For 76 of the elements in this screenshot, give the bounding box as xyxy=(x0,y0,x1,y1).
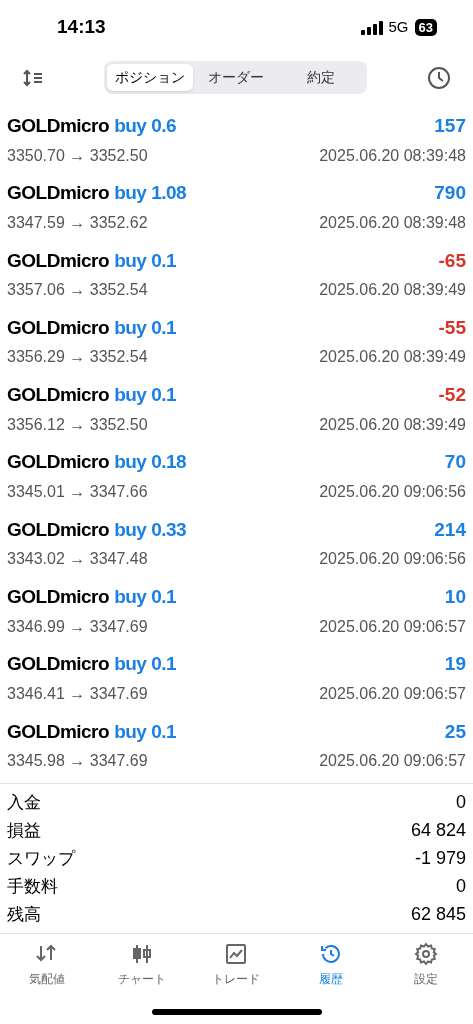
order-side-volume: buy 0.1 xyxy=(114,383,177,408)
order-side-volume: buy 0.18 xyxy=(114,450,187,475)
symbol-label: GOLDmicro xyxy=(7,383,110,408)
order-side-volume: buy 0.33 xyxy=(114,517,187,542)
summary-value: 62 845 xyxy=(410,903,466,927)
status-time: 14:13 xyxy=(57,15,106,40)
order-side-volume: buy 0.1 xyxy=(114,719,177,744)
profit-value: -55 xyxy=(438,315,466,340)
summary-label: 残高 xyxy=(7,904,41,927)
symbol-label: GOLDmicro xyxy=(7,248,110,273)
price-range: 3346.99 → 3347.69 xyxy=(7,616,148,637)
clock-icon[interactable] xyxy=(427,65,451,90)
symbol-label: GOLDmicro xyxy=(7,114,110,138)
symbol-label: GOLDmicro xyxy=(7,450,110,475)
order-side-volume: buy 0.1 xyxy=(114,585,177,610)
symbol-label: GOLDmicro xyxy=(7,517,110,542)
symbol-label: GOLDmicro xyxy=(7,585,110,610)
deal-time: 2025.06.20 08:39:49 xyxy=(319,280,466,301)
summary-value: -1 979 xyxy=(414,847,466,871)
profit-value: 790 xyxy=(434,181,466,206)
profit-value: 214 xyxy=(434,517,466,542)
profit-value: 70 xyxy=(444,450,466,475)
price-range: 3356.29 → 3352.54 xyxy=(7,347,148,368)
segment-tab[interactable]: 約定 xyxy=(278,64,364,91)
order-side-volume: buy 0.1 xyxy=(114,652,177,677)
deal-time: 2025.06.20 08:39:49 xyxy=(319,347,466,368)
order-side-volume: buy 0.1 xyxy=(114,315,177,340)
summary-value: 64 824 xyxy=(410,819,466,843)
network-label: 5G xyxy=(388,17,409,38)
deal-time: 2025.06.20 08:39:48 xyxy=(319,145,466,166)
symbol-label: GOLDmicro xyxy=(7,315,110,340)
summary-value: 0 xyxy=(456,791,466,815)
price-range: 3345.98 → 3347.69 xyxy=(7,751,148,772)
summary-label: 入金 xyxy=(7,792,41,815)
sort-icon[interactable] xyxy=(22,68,44,87)
summary-label: スワップ xyxy=(7,848,75,871)
profit-value: 10 xyxy=(444,585,466,610)
deal-time: 2025.06.20 09:06:56 xyxy=(319,549,466,570)
segment-tab[interactable]: ポジション xyxy=(107,64,193,91)
price-range: 3357.06 → 3352.54 xyxy=(7,280,148,301)
line-chart-icon xyxy=(224,941,249,966)
deal-time: 2025.06.20 09:06:56 xyxy=(319,482,466,502)
symbol-label: GOLDmicro xyxy=(7,181,110,206)
price-range: 3346.41 → 3347.69 xyxy=(7,683,148,704)
settings-icon xyxy=(413,941,438,966)
deal-time: 2025.06.20 09:06:57 xyxy=(319,683,466,704)
tab-bar-item[interactable]: チャート xyxy=(94,941,190,986)
summary-label: 手数料 xyxy=(7,876,58,899)
signal-icon xyxy=(360,20,383,35)
order-side-volume: buy 1.08 xyxy=(114,181,187,206)
symbol-label: GOLDmicro xyxy=(7,719,110,744)
deal-time: 2025.06.20 09:06:57 xyxy=(319,751,466,772)
deal-time: 2025.06.20 09:06:57 xyxy=(319,616,466,637)
profit-value: 25 xyxy=(444,719,466,744)
profit-value: 157 xyxy=(434,114,466,138)
tab-bar-item[interactable]: 設定 xyxy=(378,941,473,986)
tab-bar-item[interactable]: 気配値 xyxy=(0,941,95,986)
order-side-volume: buy 0.1 xyxy=(114,248,177,273)
tab-bar-item[interactable]: トレード xyxy=(189,941,284,986)
order-side-volume: buy 0.6 xyxy=(114,114,177,138)
profit-value: -52 xyxy=(438,383,466,408)
battery-indicator: 63 xyxy=(414,19,437,36)
symbol-label: GOLDmicro xyxy=(7,652,110,677)
segment-tab[interactable]: オーダー xyxy=(192,64,279,91)
price-range: 3343.02 → 3347.48 xyxy=(7,549,148,570)
tab-bar-item[interactable]: 履歴 xyxy=(283,941,379,986)
deal-time: 2025.06.20 08:39:48 xyxy=(319,212,466,233)
profit-value: 19 xyxy=(444,652,466,677)
price-range: 3347.59 → 3352.62 xyxy=(7,212,148,233)
summary-value: 0 xyxy=(456,875,466,899)
price-range: 3350.70 → 3352.50 xyxy=(7,145,148,166)
profit-value: -65 xyxy=(438,248,466,273)
deal-time: 2025.06.20 08:39:49 xyxy=(319,414,466,435)
summary-label: 損益 xyxy=(7,820,41,843)
price-range: 3356.12 → 3352.50 xyxy=(7,414,148,435)
price-range: 3345.01 → 3347.66 xyxy=(7,482,148,502)
